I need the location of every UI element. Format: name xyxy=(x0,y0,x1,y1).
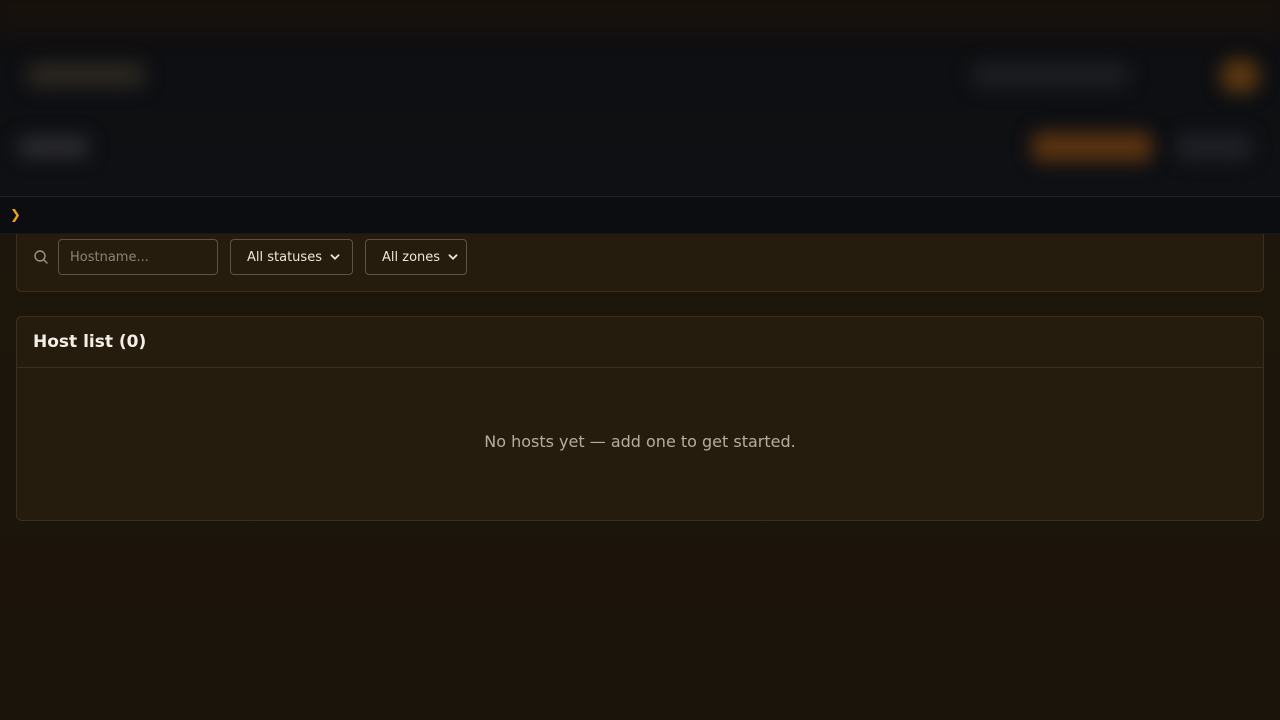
search-icon xyxy=(33,249,49,265)
command-prompt-bar[interactable]: ❯ xyxy=(0,197,1280,234)
status-filter-select[interactable]: All statuses xyxy=(230,239,353,275)
blurred-global-search xyxy=(970,62,1130,88)
status-filter-value: All statuses xyxy=(247,249,322,265)
blurred-primary-button xyxy=(1032,132,1152,162)
blurred-avatar xyxy=(1220,58,1260,94)
blurred-logo xyxy=(26,62,146,88)
blurred-page-title xyxy=(18,136,90,158)
zone-filter-value: All zones xyxy=(382,249,441,265)
chevron-down-icon xyxy=(330,254,340,260)
blurred-header xyxy=(0,0,1280,197)
empty-state-message: No hosts yet — add one to get started. xyxy=(484,432,796,451)
prompt-caret-icon: ❯ xyxy=(10,207,21,223)
filters-row: All statuses All zones xyxy=(17,239,1263,275)
hostname-search-input[interactable] xyxy=(58,239,218,275)
zone-filter-select[interactable]: All zones xyxy=(365,239,467,275)
chevron-down-icon xyxy=(448,254,458,260)
host-list-card: Host list (0) No hosts yet — add one to … xyxy=(16,316,1264,521)
host-list-header: Host list (0) xyxy=(17,317,1263,368)
blurred-top-strip xyxy=(0,0,1280,40)
blurred-secondary-button xyxy=(1176,134,1252,160)
host-list-title: Host list (0) xyxy=(33,332,147,352)
